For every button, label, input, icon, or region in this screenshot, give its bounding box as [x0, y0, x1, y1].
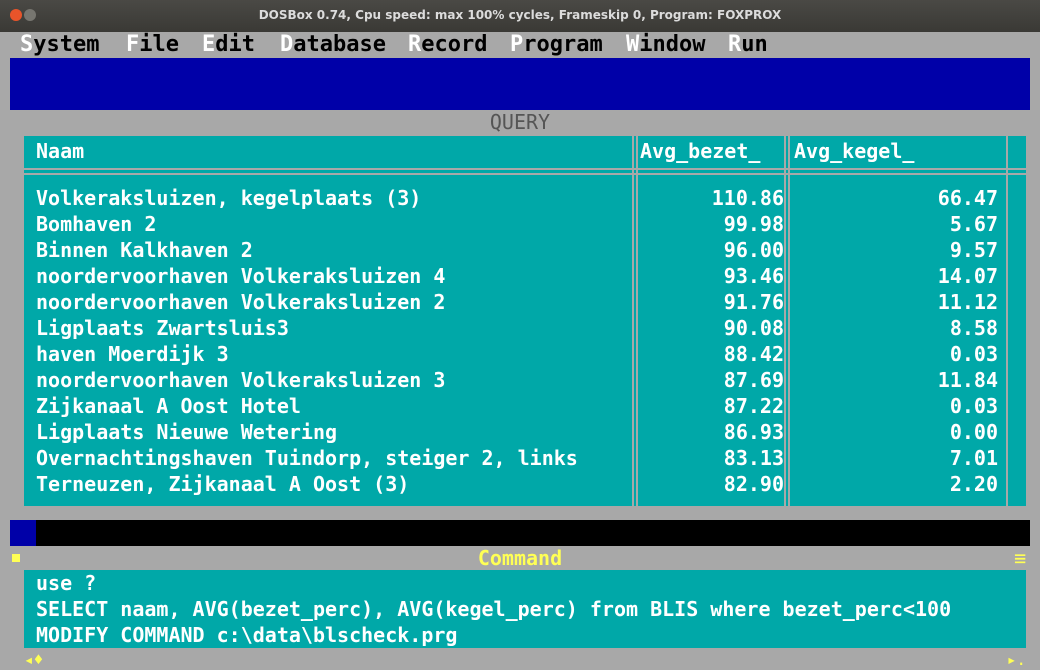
cell-naam: Ligplaats Zwartsluis3: [36, 316, 289, 340]
table-row[interactable]: noordervoorhaven Volkeraksluizen 3 87.69 1…: [24, 367, 1026, 393]
cell-naam: Binnen Kalkhaven 2: [36, 238, 253, 262]
table-row[interactable]: noordervoorhaven Volkeraksluizen 4 93.46 1…: [24, 263, 1026, 289]
window-menu-icon[interactable]: ≡: [1014, 546, 1026, 570]
cell-avg-bezet: 90.08: [723, 316, 784, 340]
query-window: QUERY Naam Avg_bezet_ Avg_kegel_ Volkera…: [10, 110, 1030, 520]
cell-naam: noordervoorhaven Volkeraksluizen 2: [36, 290, 446, 314]
cell-avg-bezet: 96.00: [723, 238, 784, 262]
cell-avg-bezet: 82.90: [723, 472, 784, 496]
cell-avg-kegel: 0.03: [949, 342, 998, 366]
command-line[interactable]: use ?: [36, 570, 96, 596]
command-line[interactable]: MODIFY COMMAND c:\data\blscheck.prg: [36, 622, 457, 648]
column-header-avg-kegel[interactable]: Avg_kegel_: [794, 136, 914, 170]
horizontal-scrollbar[interactable]: ◂♦ ▸.: [10, 650, 1030, 670]
cell-naam: Ligplaats Nieuwe Wetering: [36, 420, 338, 444]
cell-naam: Overnachtingshaven Tuindorp, steiger 2, …: [36, 446, 578, 470]
table-row[interactable]: haven Moerdijk 3 88.42 0.03: [24, 341, 1026, 367]
cell-naam: noordervoorhaven Volkeraksluizen 3: [36, 368, 446, 392]
cell-naam: Bomhaven 2: [36, 212, 157, 236]
query-grid[interactable]: Naam Avg_bezet_ Avg_kegel_ Volkeraksluiz…: [24, 136, 1026, 506]
cell-naam: Terneuzen, Zijkanaal A Oost (3): [36, 472, 410, 496]
menu-edit[interactable]: Edit: [202, 32, 255, 58]
column-header-naam[interactable]: Naam: [36, 136, 84, 170]
cell-avg-bezet: 87.69: [723, 368, 784, 392]
cell-avg-kegel: 2.20: [949, 472, 998, 496]
table-row[interactable]: Bomhaven 2 99.98 5.67: [24, 211, 1026, 237]
cell-avg-kegel: 7.01: [949, 446, 998, 470]
cell-avg-bezet: 88.42: [723, 342, 784, 366]
cell-avg-bezet: 83.13: [723, 446, 784, 470]
scroll-left-arrows-icon[interactable]: ◂♦: [24, 650, 43, 670]
cell-avg-bezet: 86.93: [723, 420, 784, 444]
table-row[interactable]: Ligplaats Zwartsluis3 90.08 8.58: [24, 315, 1026, 341]
desktop-area: [10, 58, 1030, 110]
cell-avg-bezet: 99.98: [723, 212, 784, 236]
cell-avg-bezet: 91.76: [723, 290, 784, 314]
command-window-title: Command: [477, 546, 563, 570]
status-bar: [10, 520, 1030, 546]
menu-system[interactable]: System: [20, 32, 99, 58]
menu-record[interactable]: Record: [408, 32, 487, 58]
menu-database[interactable]: Database: [280, 32, 386, 58]
table-row[interactable]: Terneuzen, Zijkanaal A Oost (3) 82.90 2.20: [24, 471, 1026, 497]
cell-avg-kegel: 11.12: [937, 290, 998, 314]
table-row[interactable]: Volkeraksluizen, kegelplaats (3) 110.86 66…: [24, 185, 1026, 211]
cell-naam: Volkeraksluizen, kegelplaats (3): [36, 186, 422, 210]
cell-avg-bezet: 87.22: [723, 394, 784, 418]
cell-avg-kegel: 66.47: [937, 186, 998, 210]
cell-avg-kegel: 0.03: [949, 394, 998, 418]
menu-window[interactable]: Window: [626, 32, 705, 58]
query-window-title: QUERY: [489, 110, 551, 134]
cell-avg-kegel: 0.00: [949, 420, 998, 444]
table-row[interactable]: Zijkanaal A Oost Hotel 87.22 0.03: [24, 393, 1026, 419]
cell-avg-kegel: 8.58: [949, 316, 998, 340]
cell-naam: noordervoorhaven Volkeraksluizen 4: [36, 264, 446, 288]
cell-avg-bezet: 110.86: [711, 186, 784, 210]
header-divider: [24, 168, 1026, 170]
window-titlebar: DOSBox 0.74, Cpu speed: max 100% cycles,…: [0, 0, 1040, 32]
menu-bar: System File Edit Database Record Program…: [10, 32, 1030, 58]
column-header-avg-bezet[interactable]: Avg_bezet_: [640, 136, 760, 170]
table-row[interactable]: Ligplaats Nieuwe Wetering 86.93 0.00: [24, 419, 1026, 445]
menu-file[interactable]: File: [126, 32, 179, 58]
cell-avg-bezet: 93.46: [723, 264, 784, 288]
cell-avg-kegel: 11.84: [937, 368, 998, 392]
window-title: DOSBox 0.74, Cpu speed: max 100% cycles,…: [258, 8, 782, 22]
cursor-block: [10, 520, 36, 546]
cell-avg-kegel: 9.57: [949, 238, 998, 262]
scroll-right-arrow-icon[interactable]: ▸.: [1007, 650, 1026, 670]
header-divider-second: [24, 173, 1026, 175]
table-row[interactable]: Binnen Kalkhaven 2 96.00 9.57: [24, 237, 1026, 263]
cell-avg-kegel: 14.07: [937, 264, 998, 288]
table-row[interactable]: Overnachtingshaven Tuindorp, steiger 2, …: [24, 445, 1026, 471]
command-line[interactable]: SELECT naam, AVG(bezet_perc), AVG(kegel_…: [36, 596, 951, 622]
menu-run[interactable]: Run: [728, 32, 768, 58]
command-window-titlebar[interactable]: Command ≡: [10, 546, 1030, 570]
menu-program[interactable]: Program: [510, 32, 603, 58]
cell-naam: Zijkanaal A Oost Hotel: [36, 394, 301, 418]
table-row[interactable]: noordervoorhaven Volkeraksluizen 2 91.76 1…: [24, 289, 1026, 315]
command-window[interactable]: use ? SELECT naam, AVG(bezet_perc), AVG(…: [24, 570, 1026, 648]
cell-avg-kegel: 5.67: [949, 212, 998, 236]
cell-naam: haven Moerdijk 3: [36, 342, 229, 366]
